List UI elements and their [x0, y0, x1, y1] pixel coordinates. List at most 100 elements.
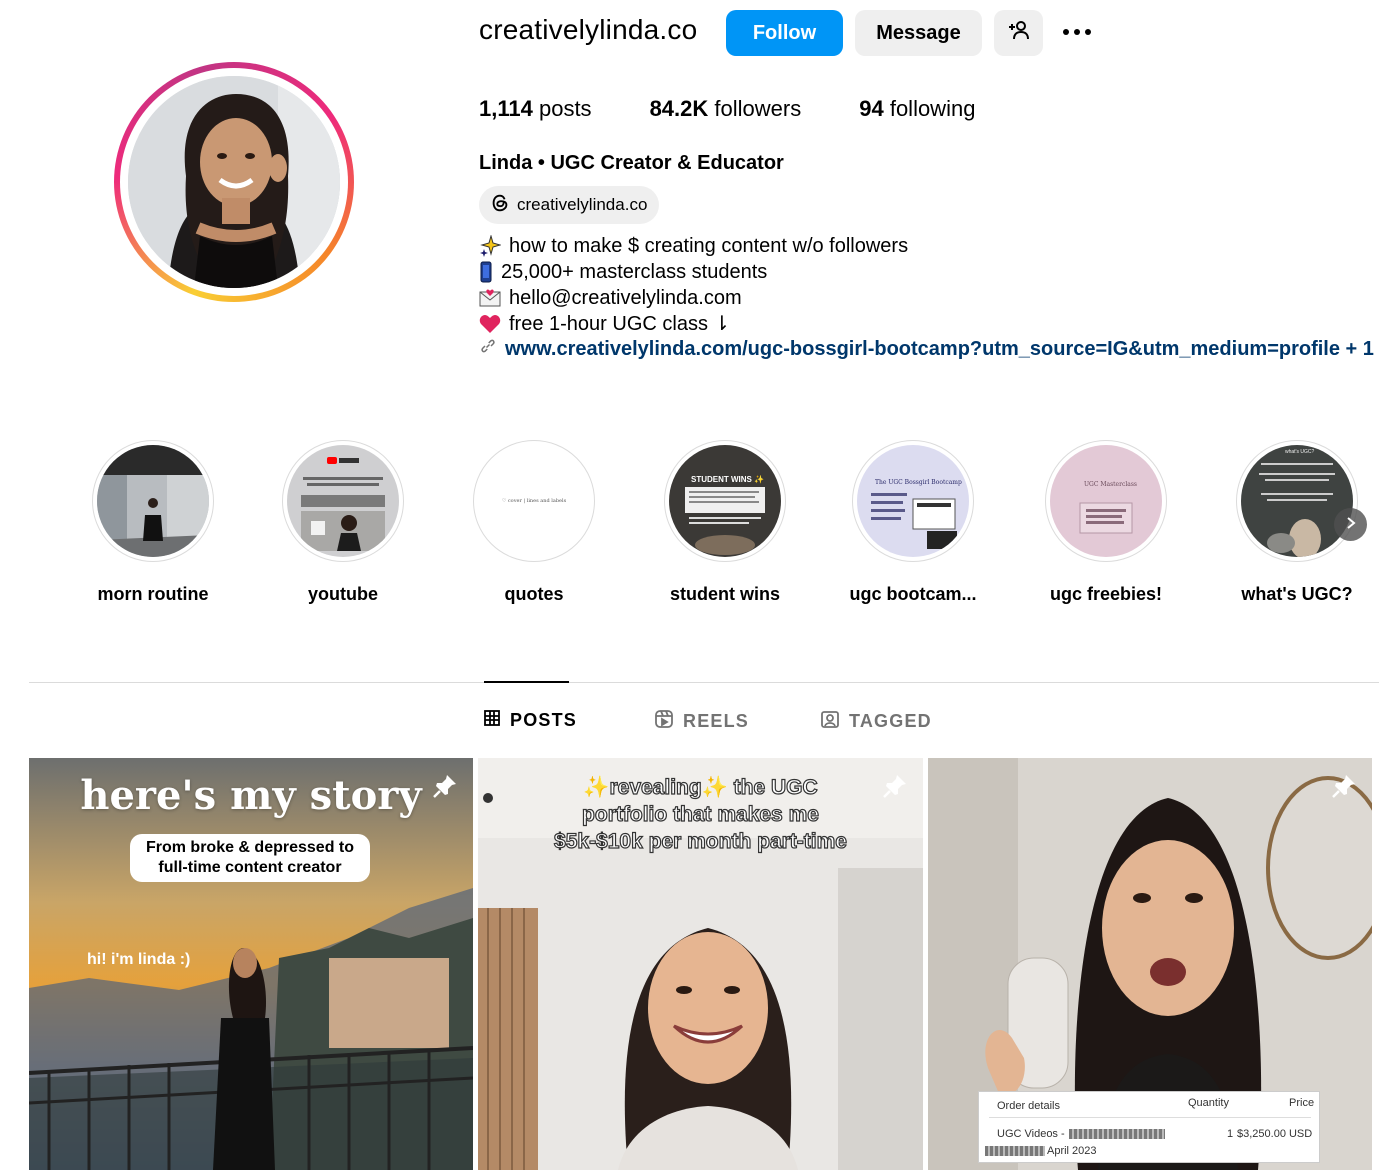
- highlight-ring: what's UGC?: [1236, 440, 1358, 562]
- avatar[interactable]: [128, 76, 340, 288]
- pin-icon: [431, 772, 459, 805]
- order-quantity: 1: [1227, 1128, 1234, 1140]
- highlight-morn-routine[interactable]: morn routine: [78, 440, 228, 605]
- add-friend-button[interactable]: [994, 10, 1043, 56]
- highlight-label: morn routine: [97, 584, 209, 604]
- highlight-ring: STUDENT WINS ✨: [664, 440, 786, 562]
- bio-line: how to make $ creating content w/o follo…: [479, 233, 908, 259]
- heart-icon: [479, 313, 501, 335]
- bio-text: free 1-hour UGC class ⇂: [509, 313, 731, 335]
- dot: [1063, 29, 1069, 35]
- following-count: 94: [859, 96, 884, 121]
- highlight-cover: UGC Masterclass: [1050, 445, 1162, 557]
- highlight-ring: UGC Masterclass: [1045, 440, 1167, 562]
- followers-label: followers: [714, 96, 802, 121]
- following-label: following: [889, 96, 976, 121]
- tab-label: TAGGED: [849, 711, 932, 731]
- order-date: April 2023: [1047, 1145, 1097, 1157]
- order-quantity-label: Quantity: [1188, 1097, 1229, 1109]
- active-tab-indicator: [484, 681, 569, 683]
- following-stat[interactable]: 94 following: [859, 96, 975, 122]
- followers-count: 84.2K: [649, 96, 709, 121]
- dot: [1085, 29, 1091, 35]
- profile-avatar-ring[interactable]: [114, 62, 354, 302]
- pin-icon: [881, 772, 909, 805]
- order-details-card: Order details Quantity Price UGC Videos …: [978, 1091, 1320, 1163]
- posts-stat: 1,114 posts: [479, 96, 592, 122]
- followers-stat[interactable]: 84.2K followers: [650, 96, 802, 122]
- dot: [1074, 29, 1080, 35]
- order-item: UGC Videos -: [997, 1128, 1065, 1140]
- profile-link-text: www.creativelylinda.com/ugc-bossgirl-boo…: [505, 337, 1374, 360]
- highlight-cover: STUDENT WINS ✨: [669, 445, 781, 557]
- bio-line: free 1-hour UGC class ⇂: [479, 311, 908, 337]
- post-title: ✨revealing✨ the UGC portfolio that makes…: [553, 775, 847, 853]
- threads-icon: [489, 192, 511, 219]
- post-subtitle: From broke & depressed to full-time cont…: [130, 834, 370, 882]
- post-title: here's my story: [80, 772, 422, 819]
- tab-reels[interactable]: REELS: [655, 710, 749, 733]
- bio-text: how to make $ creating content w/o follo…: [509, 235, 909, 257]
- reels-icon: [655, 710, 673, 733]
- bio-text: hello@creativelylinda.com: [509, 287, 742, 309]
- highlight-cover: what's UGC?: [1241, 445, 1353, 557]
- tabs-divider: [29, 682, 1379, 683]
- posts-label: posts: [538, 96, 592, 121]
- highlight-cover: [287, 445, 399, 557]
- more-options-button[interactable]: [1058, 14, 1096, 50]
- redacted-text: [1069, 1129, 1165, 1139]
- tagged-icon: [821, 710, 839, 733]
- link-icon: [479, 337, 497, 361]
- post-tile[interactable]: here's my story From broke & depressed t…: [29, 758, 473, 1170]
- tab-label: REELS: [683, 711, 750, 731]
- highlight-label: ugc bootcam...: [849, 584, 977, 604]
- profile-username: creativelylinda.co: [479, 14, 698, 45]
- highlight-label: what's UGC?: [1241, 584, 1353, 604]
- highlight-label: quotes: [504, 584, 564, 604]
- highlight-ring: The UGC Bossgirl Bootcamp: [852, 440, 974, 562]
- highlight-ugc-freebies[interactable]: UGC Masterclass ugc freebies!: [1031, 440, 1181, 605]
- highlight-youtube[interactable]: youtube: [268, 440, 418, 605]
- order-divider: [989, 1117, 1311, 1118]
- bio-line: 25,000+ masterclass students: [479, 259, 908, 285]
- post-tile[interactable]: ✨revealing✨ the UGC portfolio that makes…: [478, 758, 923, 1170]
- pin-icon: [1330, 772, 1358, 805]
- highlight-ring: ♡ cover | lines and labels: [473, 440, 595, 562]
- highlight-quotes[interactable]: ♡ cover | lines and labels quotes: [459, 440, 609, 605]
- sparkles-icon: [479, 235, 501, 257]
- follow-button[interactable]: Follow: [726, 10, 843, 56]
- profile-stats: 1,114 posts 84.2K followers 94 following: [479, 96, 1033, 122]
- message-button[interactable]: Message: [855, 10, 982, 56]
- bio-text: 25,000+ masterclass students: [501, 261, 768, 283]
- highlight-label: ugc freebies!: [1049, 584, 1163, 604]
- order-heading: Order details: [997, 1100, 1060, 1112]
- posts-count: 1,114: [479, 96, 533, 121]
- chevron-right-icon: [1344, 514, 1358, 535]
- order-price: $3,250.00 USD: [1237, 1128, 1313, 1140]
- threads-badge[interactable]: creativelylinda.co: [479, 186, 660, 224]
- highlight-ugc-bootcamp[interactable]: The UGC Bossgirl Bootcamp ugc bootcam...: [838, 440, 988, 605]
- add-person-icon: [1007, 18, 1031, 48]
- post-caption: hi! i'm linda :): [87, 951, 191, 968]
- highlight-cover: ♡ cover | lines and labels: [478, 445, 590, 557]
- highlight-label: student wins: [669, 584, 780, 604]
- highlight-cover: The UGC Bossgirl Bootcamp: [857, 445, 969, 557]
- avatar-ring-gap: [120, 68, 348, 296]
- tab-tagged[interactable]: TAGGED: [821, 710, 932, 733]
- order-price-label: Price: [1289, 1097, 1315, 1109]
- threads-handle: creativelylinda.co: [517, 195, 648, 214]
- envelope-icon: [479, 287, 501, 309]
- highlights-next-button[interactable]: [1334, 508, 1367, 541]
- tab-label: POSTS: [510, 710, 578, 730]
- redacted-text: [985, 1146, 1045, 1156]
- phone-icon: [479, 261, 493, 283]
- bio-line: hello@creativelylinda.com: [479, 285, 908, 311]
- profile-link[interactable]: www.creativelylinda.com/ugc-bossgirl-boo…: [479, 337, 1374, 361]
- highlight-student-wins[interactable]: STUDENT WINS ✨ student wins: [650, 440, 800, 605]
- highlight-cover: [97, 445, 209, 557]
- profile-bio: how to make $ creating content w/o follo…: [479, 233, 908, 337]
- post-tile[interactable]: Order details Quantity Price UGC Videos …: [928, 758, 1372, 1170]
- highlight-ring: [92, 440, 214, 562]
- tab-posts[interactable]: POSTS: [484, 710, 577, 731]
- highlight-ring: [282, 440, 404, 562]
